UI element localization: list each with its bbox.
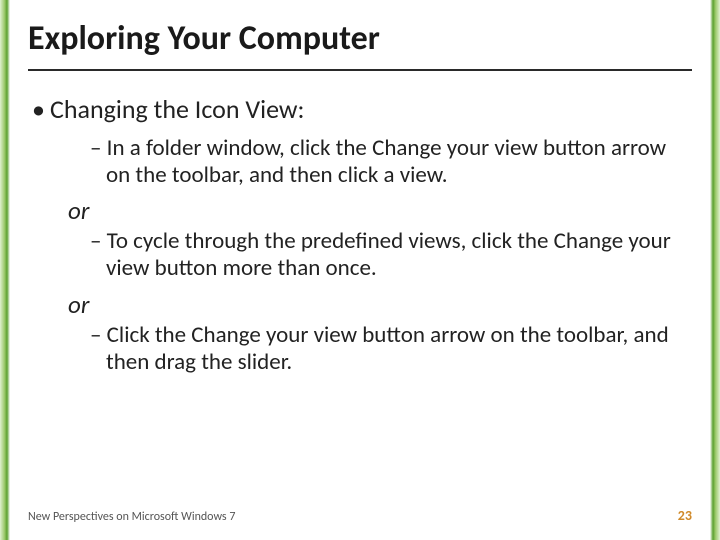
or-separator: or: [28, 195, 692, 226]
slide-footer: New Perspectives on Microsoft Windows 7 …: [28, 507, 692, 524]
bullet-dash: –: [90, 321, 107, 349]
footer-left-text: New Perspectives on Microsoft Windows 7: [28, 510, 235, 524]
bullet-1-text: Changing the Icon View:: [50, 93, 304, 125]
bullet-2-text: To cycle through the predefined views, c…: [106, 227, 671, 282]
title-underline: [28, 69, 692, 71]
bullet-2-text: Click the Change your view button arrow …: [106, 321, 669, 376]
or-separator: or: [28, 289, 692, 320]
bullet-level-2: – In a folder window, click the Change y…: [28, 135, 692, 189]
left-gradient-border: [0, 0, 10, 540]
bullet-level-2: – Click the Change your view button arro…: [28, 322, 692, 376]
page-number: 23: [678, 507, 692, 524]
bullet-level-2: – To cycle through the predefined views,…: [28, 228, 692, 282]
bullet-dot: •: [32, 93, 50, 125]
bullet-level-1: •Changing the Icon View:: [28, 93, 692, 125]
right-gradient-border: [710, 0, 720, 540]
bullet-dash: –: [90, 227, 107, 255]
slide-page: Exploring Your Computer •Changing the Ic…: [10, 0, 710, 540]
slide-title: Exploring Your Computer: [28, 18, 692, 69]
bullet-dash: –: [90, 134, 107, 162]
bullet-2-text: In a folder window, click the Change you…: [106, 134, 666, 189]
